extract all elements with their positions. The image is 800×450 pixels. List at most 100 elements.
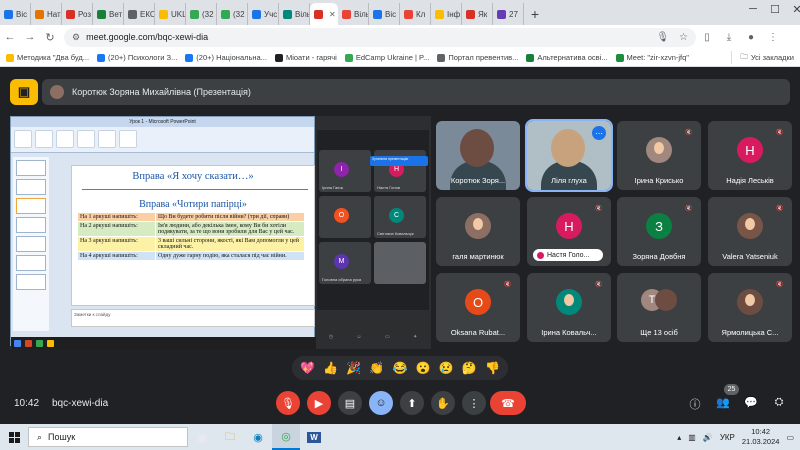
leave-call-button[interactable]: ☎: [490, 391, 526, 415]
chat-icon[interactable]: 💬: [744, 396, 758, 410]
browser-tab[interactable]: UKL: [155, 3, 186, 25]
present-button[interactable]: ⬆: [400, 391, 424, 415]
reaction-emoji-button[interactable]: 👍: [323, 361, 338, 375]
slide-row: На 4 аркуші напишіть: Одну дуже гарну под…: [77, 251, 305, 261]
reaction-emoji-button[interactable]: 🤔: [462, 361, 477, 375]
participant-tile[interactable]: 🔇 Valera Yatseniuk: [708, 197, 792, 266]
forward-icon[interactable]: →: [20, 31, 40, 43]
reload-icon[interactable]: ↻: [40, 31, 60, 44]
participant-tile[interactable]: Н 🔇 Настя Голо...: [527, 197, 611, 266]
camera-off-button[interactable]: ▶: [307, 391, 331, 415]
tab-label: Віс: [385, 9, 397, 19]
reaction-emoji-button[interactable]: 😢: [439, 361, 454, 375]
reaction-emoji-button[interactable]: 😮: [416, 361, 431, 375]
notification-icon[interactable]: ▭: [786, 433, 794, 442]
bookmark-label: Портал превентив...: [448, 53, 519, 62]
search-icon: ⌕: [37, 431, 43, 442]
raise-hand-button[interactable]: ✋: [431, 391, 455, 415]
emoji-button[interactable]: ☺: [369, 391, 393, 415]
menu-icon[interactable]: ⋮: [762, 32, 784, 43]
bookmark-item[interactable]: Міоати - гарячі: [274, 53, 337, 62]
browser-tab[interactable]: (32: [217, 3, 248, 25]
bookmark-item[interactable]: (20+) Психологи З...: [97, 53, 177, 62]
browser-tab[interactable]: Віль: [279, 3, 310, 25]
browser-tab[interactable]: Як: [462, 3, 493, 25]
browser-tab[interactable]: Віль: [338, 3, 369, 25]
language-indicator[interactable]: УКР: [720, 433, 735, 442]
mic-off-button[interactable]: 🎙: [276, 391, 300, 415]
participant-tile[interactable]: Н 🔇 Надія Леськів: [708, 121, 792, 190]
reaction-emoji-button[interactable]: 🎉: [346, 361, 361, 375]
slide-row-label: На 2 аркуші напишіть:: [77, 221, 156, 237]
explorer-icon[interactable]: 🗀: [216, 424, 244, 450]
more-options-button[interactable]: ⋮: [462, 391, 486, 415]
participant-tile[interactable]: галя мартинюк: [436, 197, 520, 266]
participant-tile[interactable]: 🔇 Ярмолицька С...: [708, 273, 792, 342]
microphone-icon[interactable]: 🎙: [656, 32, 669, 43]
new-tab-button[interactable]: +: [524, 3, 546, 25]
browser-tab[interactable]: 27: [493, 3, 524, 25]
activities-icon[interactable]: ⛭: [772, 396, 786, 410]
download-icon[interactable]: ⤓: [718, 32, 740, 43]
browser-tab[interactable]: Вет: [93, 3, 124, 25]
participant-tile[interactable]: Т Ще 13 осіб: [617, 273, 701, 342]
volume-icon[interactable]: 🔊: [703, 433, 713, 442]
browser-tab[interactable]: Віс: [369, 3, 400, 25]
chrome-icon[interactable]: ◎: [272, 424, 300, 450]
bookmark-label: Meet: "zir-xzvn-jfq": [626, 53, 689, 62]
tray-apps-icon[interactable]: ▴: [677, 433, 681, 442]
participant-tile[interactable]: O 🔇 Oksana Rubat...: [436, 273, 520, 342]
people-icon[interactable]: 👥: [716, 396, 730, 410]
browser-tab[interactable]: ЕКС: [124, 3, 155, 25]
participant-tile[interactable]: ⋯ Ліля глуха: [525, 119, 613, 192]
reaction-emoji-button[interactable]: 👏: [369, 361, 384, 375]
browser-tab[interactable]: Учс: [248, 3, 279, 25]
reaction-emoji-button[interactable]: 💖: [300, 361, 315, 375]
presenter-avatar: [50, 85, 64, 99]
browser-tab[interactable]: Інф: [431, 3, 462, 25]
browser-tab[interactable]: Кл: [400, 3, 431, 25]
close-window-icon[interactable]: ✕: [783, 3, 800, 16]
shared-screen[interactable]: Урок 1 - Microsoft PowerPoint Вправа «Я: [10, 116, 431, 349]
bookmark-item[interactable]: EdCamp Ukraine | P...: [344, 53, 429, 62]
site-info-icon[interactable]: ⚙: [72, 32, 80, 43]
presentation-icon[interactable]: ▣: [10, 79, 38, 105]
network-icon[interactable]: ▥: [688, 433, 696, 442]
info-icon[interactable]: ⓘ: [688, 396, 702, 411]
participant-tile[interactable]: Коротюк Зоря...: [436, 121, 520, 190]
bookmark-item[interactable]: Альтернатива осві...: [526, 53, 608, 62]
bookmark-item[interactable]: Портал превентив...: [437, 53, 518, 62]
word-icon[interactable]: W: [300, 424, 328, 450]
taskbar-search[interactable]: ⌕ Пошук: [28, 427, 188, 447]
profile-icon[interactable]: ●: [740, 32, 762, 43]
browser-tab[interactable]: Роз: [62, 3, 93, 25]
bookmark-favicon-icon: [344, 53, 353, 62]
captions-button[interactable]: ▤: [338, 391, 362, 415]
start-button[interactable]: [0, 431, 28, 443]
sidepanel-icon[interactable]: ▯: [696, 32, 718, 43]
bookmark-item[interactable]: Meet: "zir-xzvn-jfq": [615, 53, 689, 62]
edge-icon[interactable]: ◉: [244, 424, 272, 450]
browser-tab[interactable]: Віс: [0, 3, 31, 25]
tab-favicon-icon: [66, 9, 75, 19]
back-icon[interactable]: ←: [0, 31, 20, 43]
participant-tile[interactable]: 🔇 Ірина Крисько: [617, 121, 701, 190]
presenter-chip[interactable]: Коротюк Зоряна Михайлівна (Презентація): [42, 79, 790, 105]
browser-tab[interactable]: Нат: [31, 3, 62, 25]
tab-close-icon[interactable]: ✕: [329, 10, 336, 19]
participant-tile[interactable]: З 🔇 Зоряна Довбня: [617, 197, 701, 266]
all-bookmarks-button[interactable]: 🗀 Усі закладки: [731, 51, 794, 64]
task-view-icon[interactable]: ▣: [188, 424, 216, 450]
browser-tab[interactable]: ✕: [310, 3, 338, 25]
speaking-indicator-icon[interactable]: ⋯: [592, 126, 606, 140]
bookmark-item[interactable]: Методика "Два буд...: [6, 53, 89, 62]
browser-tab[interactable]: (32: [186, 3, 217, 25]
address-bar[interactable]: ⚙ meet.google.com/bqc-xewi-dia 🎙 ☆: [64, 27, 696, 47]
tab-label: ЕКС: [140, 9, 155, 19]
bookmark-item[interactable]: (20+) Національна...: [185, 53, 267, 62]
bookmark-star-icon[interactable]: ☆: [679, 32, 688, 43]
reaction-emoji-button[interactable]: 😂: [393, 361, 408, 375]
reaction-emoji-button[interactable]: 👎: [485, 361, 500, 375]
participant-tile[interactable]: 🔇 Ірина Ковальч...: [527, 273, 611, 342]
taskbar-clock[interactable]: 10:42 21.03.2024: [742, 427, 780, 447]
